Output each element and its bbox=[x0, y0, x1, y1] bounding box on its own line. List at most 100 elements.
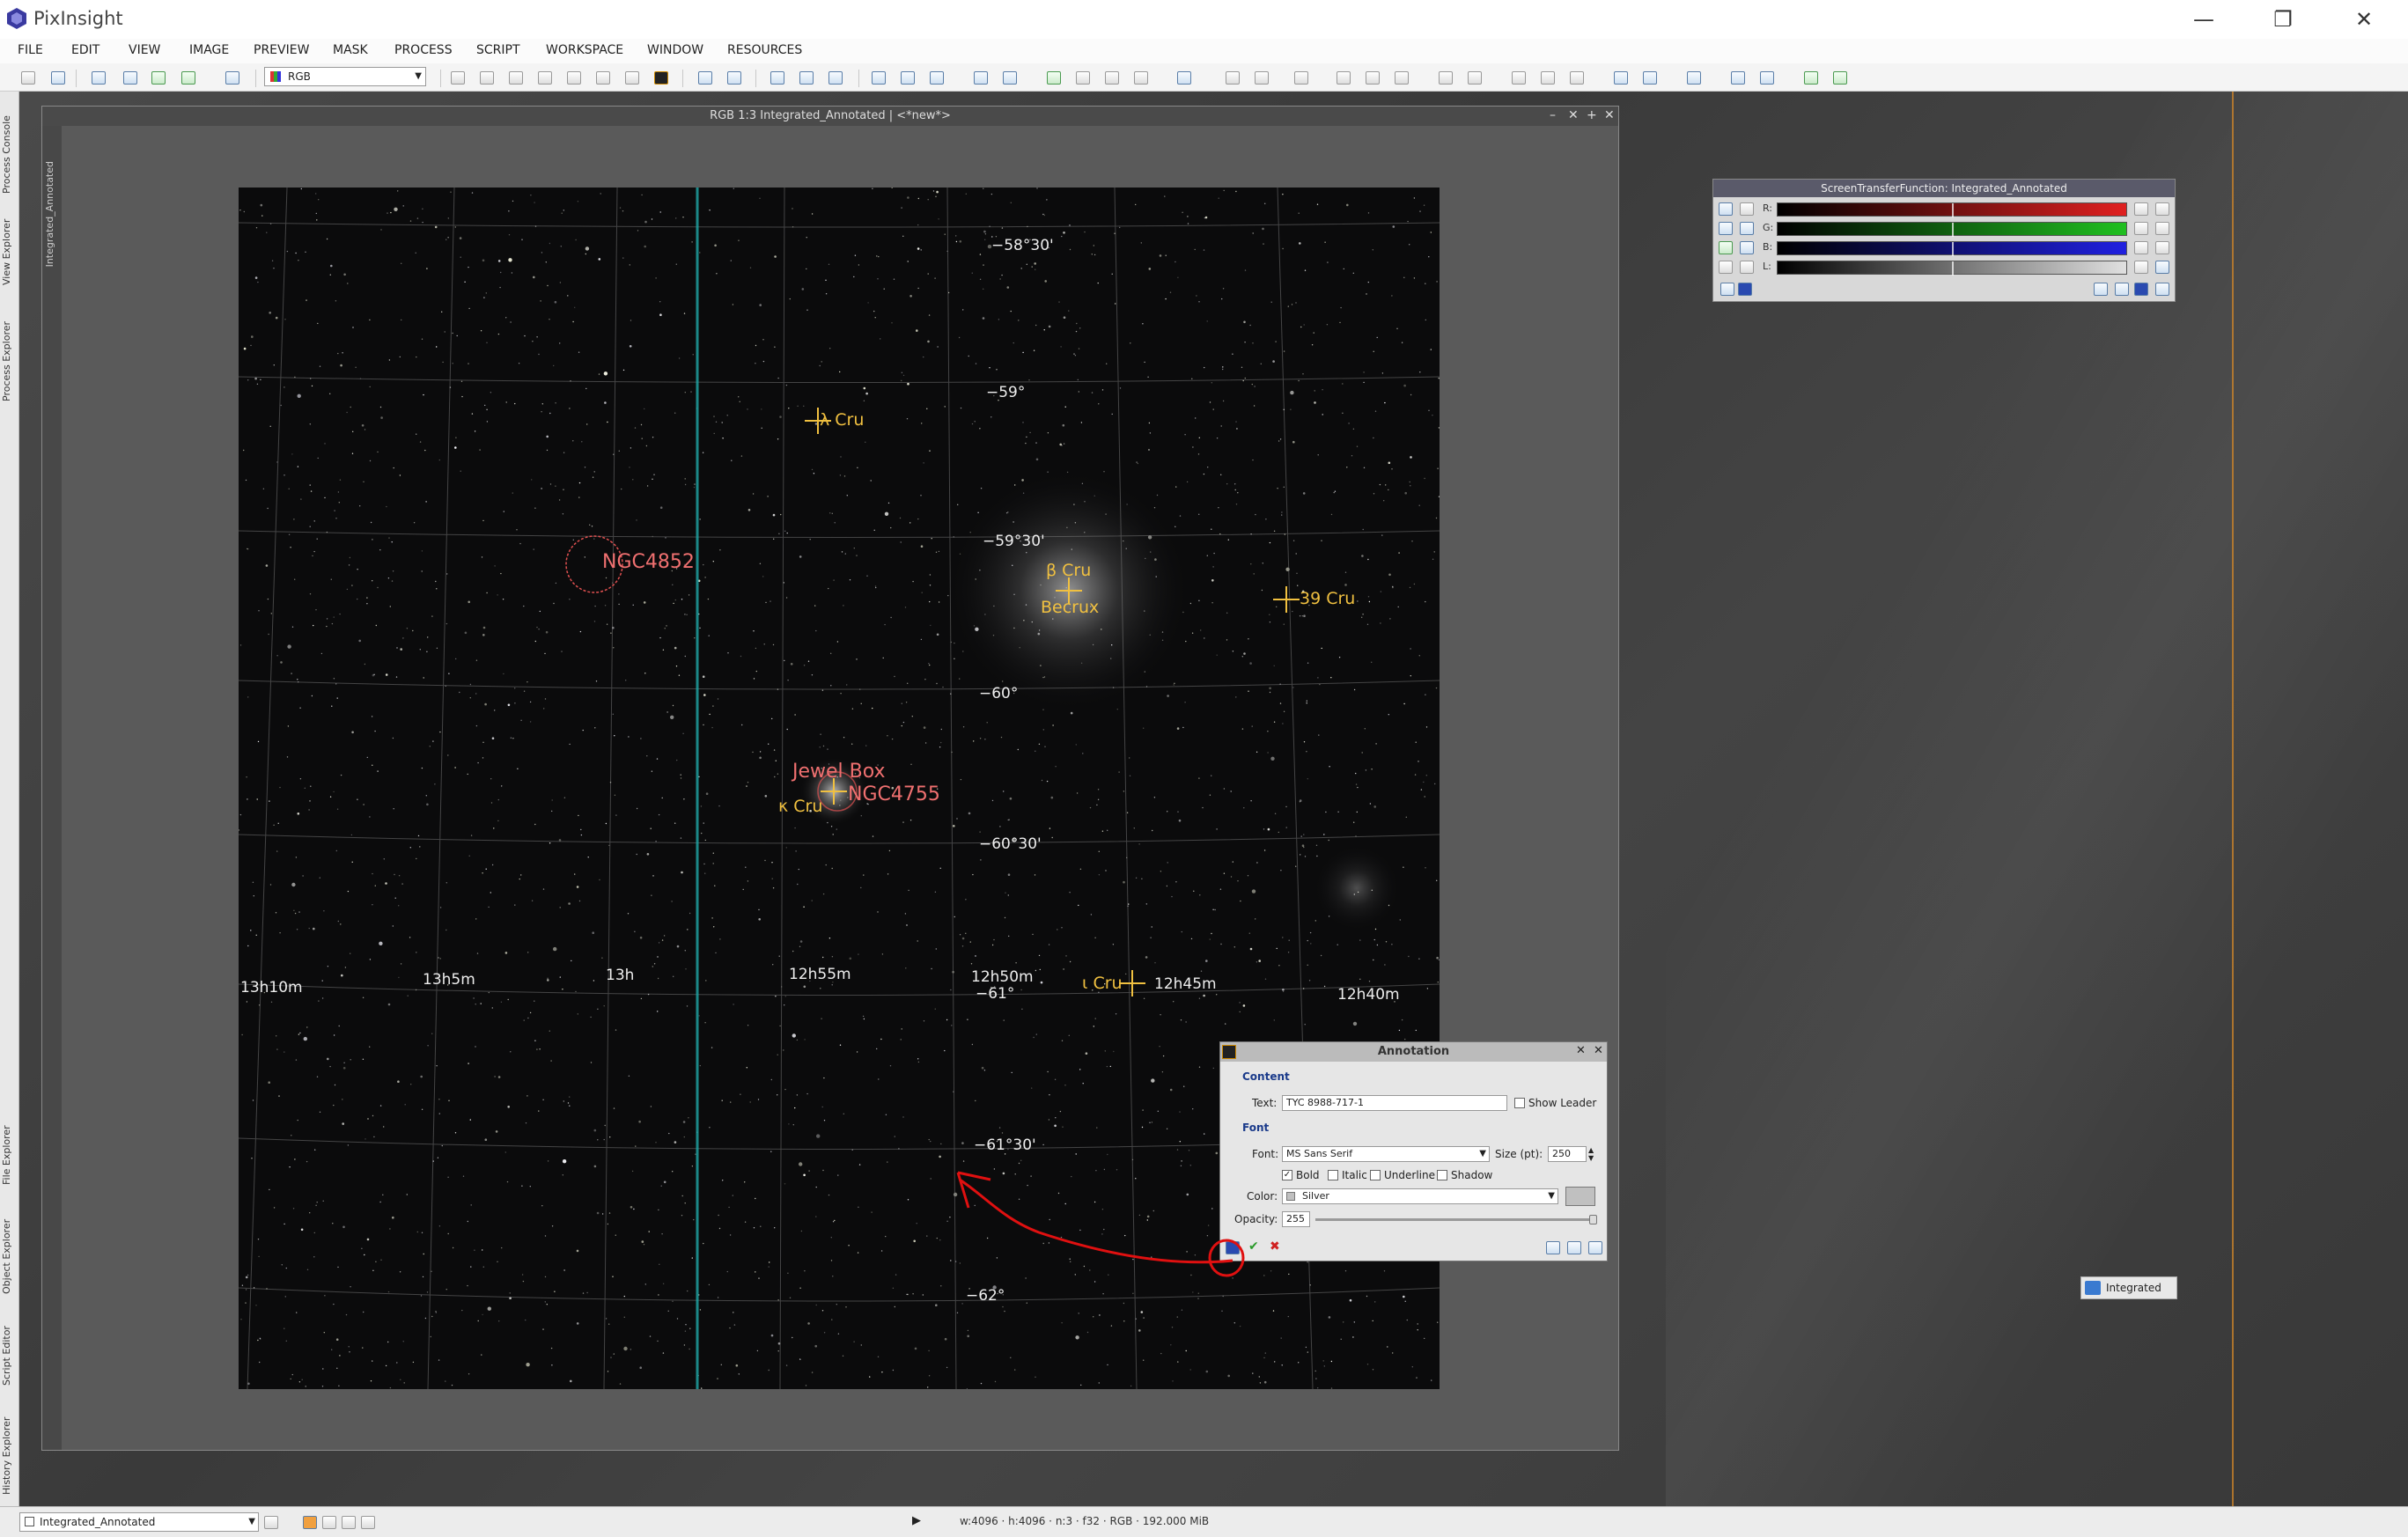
stf-5-icon[interactable] bbox=[1366, 71, 1380, 85]
window-shade-icon[interactable]: – bbox=[1550, 108, 1556, 122]
stf-3-icon[interactable] bbox=[1294, 71, 1308, 85]
pan-icon[interactable] bbox=[451, 71, 465, 85]
shadow-checkbox[interactable] bbox=[1437, 1170, 1447, 1180]
menu-mask[interactable]: MASK bbox=[333, 43, 368, 57]
move-icon[interactable] bbox=[2155, 222, 2169, 235]
tab-process-explorer[interactable]: Process Explorer bbox=[1, 303, 18, 401]
wrench-icon[interactable] bbox=[1719, 261, 1733, 274]
stf-slider-r[interactable] bbox=[1777, 202, 2127, 217]
reset-icon[interactable] bbox=[1588, 1241, 1602, 1254]
window-close-icon[interactable]: ✕ bbox=[1604, 108, 1615, 122]
process-2-icon[interactable] bbox=[1076, 71, 1090, 85]
preview-edit-icon[interactable] bbox=[930, 71, 944, 85]
menu-process[interactable]: PROCESS bbox=[394, 43, 453, 57]
new-image-icon[interactable] bbox=[92, 71, 106, 85]
show-leader-checkbox[interactable] bbox=[1514, 1098, 1525, 1108]
screen-1-icon[interactable] bbox=[1614, 71, 1628, 85]
track-view-icon[interactable] bbox=[1177, 71, 1191, 85]
save-as-icon[interactable] bbox=[181, 71, 195, 85]
zoom-in-icon[interactable] bbox=[1719, 222, 1733, 235]
menu-script[interactable]: SCRIPT bbox=[476, 43, 520, 57]
menu-window[interactable]: WINDOW bbox=[647, 43, 703, 57]
undo-icon[interactable] bbox=[21, 71, 35, 85]
stf-1-icon[interactable] bbox=[1226, 71, 1240, 85]
view-select[interactable]: Integrated_Annotated ▼ bbox=[19, 1512, 259, 1532]
zoom-1-1-icon[interactable] bbox=[770, 71, 784, 85]
menu-edit[interactable]: EDIT bbox=[71, 43, 99, 57]
stf-slider-b[interactable] bbox=[1777, 241, 2127, 256]
preferences-icon[interactable] bbox=[2115, 283, 2129, 296]
apply-check-icon[interactable] bbox=[2134, 283, 2148, 296]
duplicate-icon[interactable] bbox=[225, 71, 239, 85]
fit-icon[interactable] bbox=[480, 71, 494, 85]
stf-4-icon[interactable] bbox=[1337, 71, 1351, 85]
preview-new-icon[interactable] bbox=[872, 71, 886, 85]
window-restore-icon[interactable]: ✕ bbox=[1568, 108, 1579, 122]
font-select[interactable]: MS Sans Serif ▼ bbox=[1282, 1146, 1490, 1162]
dialog-close-icon[interactable]: ✕ bbox=[1594, 1044, 1603, 1057]
screen-6-icon[interactable] bbox=[1804, 71, 1818, 85]
mask-mode-4-icon[interactable] bbox=[361, 1516, 375, 1529]
new-instance-icon[interactable] bbox=[1720, 283, 1734, 296]
mask-mode-icon[interactable] bbox=[303, 1516, 317, 1529]
view-toggle-icon[interactable] bbox=[264, 1516, 278, 1529]
menu-preview[interactable]: PREVIEW bbox=[254, 43, 309, 57]
window-maximize-icon[interactable]: + bbox=[1587, 108, 1597, 122]
save-icon[interactable] bbox=[151, 71, 166, 85]
screen-5-icon[interactable] bbox=[1760, 71, 1774, 85]
menu-file[interactable]: FILE bbox=[18, 43, 43, 57]
tab-file-explorer[interactable]: File Explorer bbox=[1, 1104, 18, 1185]
tab-process-console[interactable]: Process Console bbox=[1, 100, 18, 194]
text-input[interactable]: TYC 8988-717-1 bbox=[1282, 1095, 1507, 1111]
stf-2-icon[interactable] bbox=[1255, 71, 1269, 85]
execute-check-icon[interactable]: ✔ bbox=[1248, 1239, 1259, 1254]
minimize-button[interactable]: — bbox=[2164, 0, 2243, 39]
restore-button[interactable]: ❐ bbox=[2243, 0, 2323, 39]
auto-stretch-icon[interactable] bbox=[1719, 241, 1733, 254]
link-channels-icon[interactable] bbox=[1719, 202, 1733, 216]
annotation-tool-icon[interactable] bbox=[654, 71, 668, 85]
tab-history-explorer[interactable]: History Explorer bbox=[1, 1398, 18, 1495]
image-window-title[interactable]: RGB 1:3 Integrated_Annotated | <*new*> bbox=[42, 107, 1618, 126]
pan-icon[interactable] bbox=[2155, 241, 2169, 254]
cross-icon[interactable] bbox=[567, 71, 581, 85]
redo-icon[interactable] bbox=[51, 71, 65, 85]
menu-view[interactable]: VIEW bbox=[129, 43, 160, 57]
screen-2-icon[interactable] bbox=[1643, 71, 1657, 85]
size-spinbox[interactable]: 250 bbox=[1548, 1146, 1587, 1162]
mask-mode-3-icon[interactable] bbox=[342, 1516, 356, 1529]
size-stepper-icon[interactable]: ▲ ▼ bbox=[1588, 1146, 1594, 1162]
move-icon[interactable] bbox=[538, 71, 552, 85]
open-icon[interactable] bbox=[123, 71, 137, 85]
opacity-input[interactable]: 255 bbox=[1282, 1211, 1310, 1227]
zoom-extend-icon[interactable] bbox=[828, 71, 843, 85]
zoom-in-2-icon[interactable] bbox=[1740, 222, 1754, 235]
opacity-slider[interactable] bbox=[1315, 1215, 1597, 1224]
mask-icon[interactable] bbox=[974, 71, 988, 85]
horizontal-arrows-icon[interactable] bbox=[1740, 261, 1754, 274]
select-icon[interactable] bbox=[596, 71, 610, 85]
channel-select[interactable]: RGB ▼ bbox=[264, 67, 426, 86]
preferences-icon[interactable] bbox=[1567, 1241, 1581, 1254]
cancel-x-icon[interactable]: ✖ bbox=[1270, 1239, 1280, 1254]
menu-workspace[interactable]: WORKSPACE bbox=[546, 43, 623, 57]
view-tab[interactable]: Integrated_Annotated bbox=[44, 161, 55, 267]
process-4-icon[interactable] bbox=[1134, 71, 1148, 85]
apply-square-icon[interactable] bbox=[1738, 283, 1752, 296]
stf-6-icon[interactable] bbox=[1395, 71, 1409, 85]
browse-doc-icon[interactable] bbox=[2094, 283, 2108, 296]
reset-r-icon[interactable] bbox=[2134, 202, 2148, 216]
stf-slider-l[interactable] bbox=[1777, 261, 2127, 276]
zoom-out-icon[interactable] bbox=[1740, 241, 1754, 254]
close-button[interactable]: ✕ bbox=[2324, 0, 2404, 39]
reset-b-icon[interactable] bbox=[2134, 241, 2148, 254]
reset-g-icon[interactable] bbox=[2134, 222, 2148, 235]
gear-icon[interactable] bbox=[2155, 202, 2169, 216]
layout-2-icon[interactable] bbox=[1468, 71, 1482, 85]
readout-icon[interactable] bbox=[1740, 202, 1754, 216]
bold-checkbox[interactable]: ✓ bbox=[1282, 1170, 1292, 1180]
preview-select-icon[interactable] bbox=[901, 71, 915, 85]
zoom-out-icon[interactable] bbox=[727, 71, 741, 85]
layout-1-icon[interactable] bbox=[1439, 71, 1453, 85]
play-icon[interactable]: ▶ bbox=[912, 1514, 921, 1527]
